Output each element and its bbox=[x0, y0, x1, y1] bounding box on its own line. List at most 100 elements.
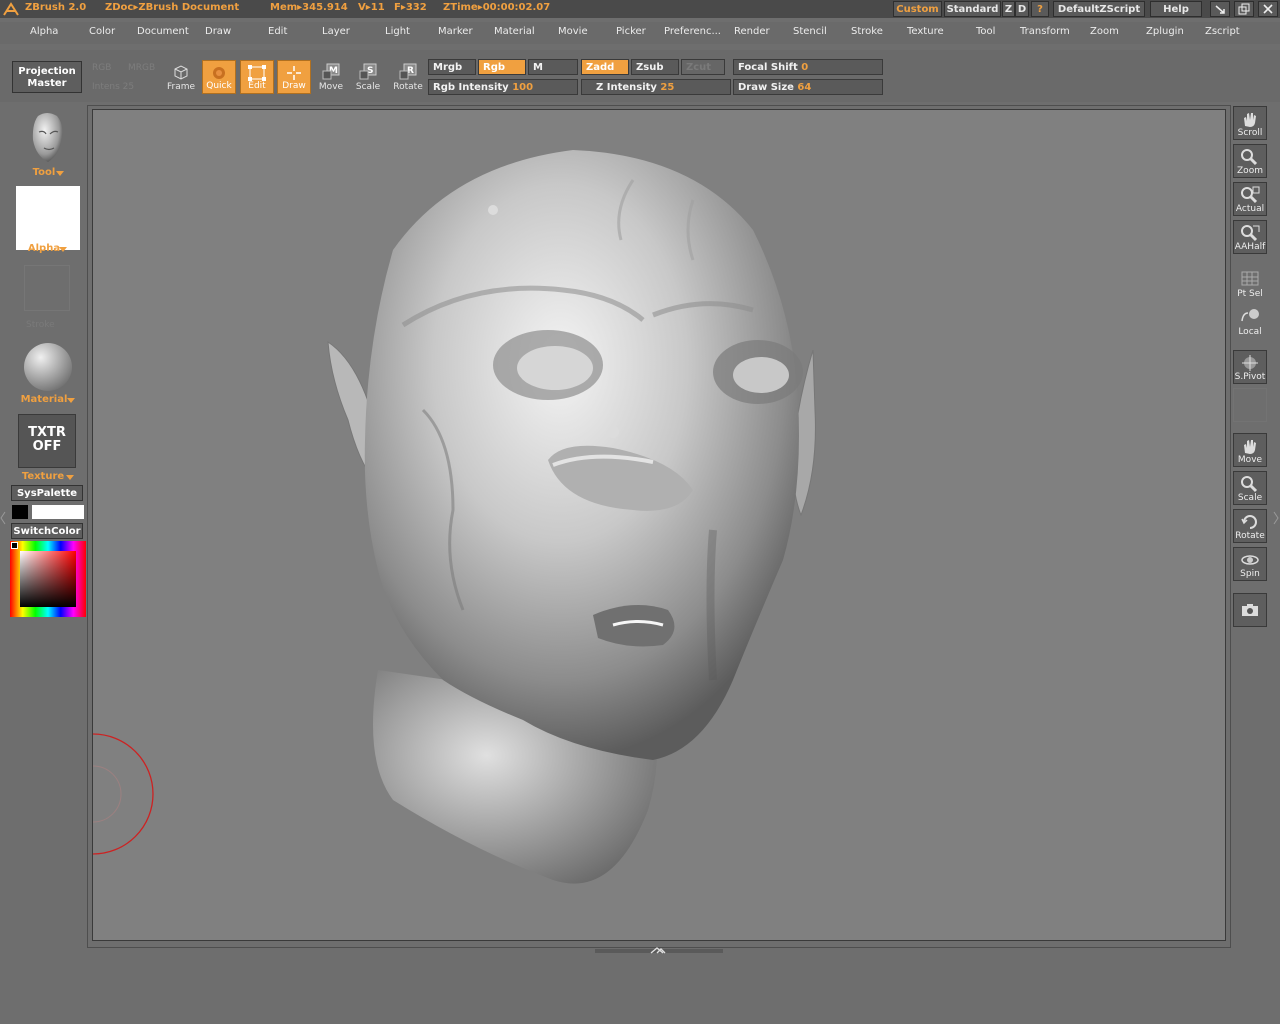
ptsel-button[interactable]: Pt Sel bbox=[1233, 266, 1267, 300]
secondary-color-swatch[interactable] bbox=[12, 505, 28, 519]
tool-dropdown-icon bbox=[56, 171, 64, 176]
pivot-icon bbox=[1242, 355, 1258, 371]
intensity-ghost-label: Intens 25 bbox=[92, 82, 135, 92]
z-button[interactable]: Z bbox=[1002, 1, 1015, 17]
material-sphere[interactable] bbox=[24, 343, 72, 391]
texture-badge-line2: OFF bbox=[32, 439, 62, 454]
menu-zplugin[interactable]: Zplugin bbox=[1146, 26, 1184, 37]
draw-button[interactable]: Draw bbox=[277, 60, 311, 94]
move-icon: M bbox=[322, 63, 340, 80]
spivot-button[interactable]: S.Pivot bbox=[1233, 350, 1267, 384]
cube-icon bbox=[174, 65, 188, 80]
menu-stencil[interactable]: Stencil bbox=[793, 26, 827, 37]
menu-color[interactable]: Color bbox=[89, 26, 115, 37]
color-picker-saturation-field[interactable] bbox=[20, 551, 76, 607]
question-button[interactable]: ? bbox=[1031, 1, 1049, 17]
menu-stroke[interactable]: Stroke bbox=[851, 26, 883, 37]
canvas-resize-handle-icon[interactable] bbox=[595, 947, 723, 955]
local-button[interactable]: Local bbox=[1233, 304, 1267, 338]
edit-button[interactable]: Edit bbox=[240, 60, 274, 94]
rotate-view-button[interactable]: Rotate bbox=[1233, 509, 1267, 543]
frame-label: Frame bbox=[166, 82, 196, 92]
document-canvas[interactable] bbox=[92, 109, 1226, 941]
menu-light[interactable]: Light bbox=[385, 26, 410, 37]
menu-picker[interactable]: Picker bbox=[616, 26, 646, 37]
right-panel-collapse-icon[interactable] bbox=[1273, 510, 1279, 526]
zsub-toggle[interactable]: Zsub bbox=[631, 59, 679, 75]
projection-master-button[interactable]: Projection Master bbox=[12, 61, 82, 93]
snapshot-button[interactable] bbox=[1233, 593, 1267, 627]
menu-material[interactable]: Material bbox=[494, 26, 535, 37]
z-intensity-slider[interactable]: Z Intensity 25 bbox=[581, 79, 731, 95]
menu-draw[interactable]: Draw bbox=[205, 26, 231, 37]
spin-button[interactable]: Spin bbox=[1233, 547, 1267, 581]
mrgb-toggle[interactable]: Mrgb bbox=[428, 59, 476, 75]
standard-button[interactable]: Standard bbox=[944, 1, 1001, 17]
minimize-button[interactable] bbox=[1210, 1, 1230, 17]
focal-shift-label: Focal Shift bbox=[738, 62, 798, 73]
syspalette-button[interactable]: SysPalette bbox=[11, 485, 83, 501]
frame-button[interactable]: Frame bbox=[164, 60, 198, 94]
menu-movie[interactable]: Movie bbox=[558, 26, 588, 37]
menu-alpha[interactable]: Alpha bbox=[30, 26, 58, 37]
switchcolor-button[interactable]: SwitchColor bbox=[11, 523, 83, 539]
color-picker[interactable] bbox=[10, 541, 86, 617]
move-button[interactable]: M Move bbox=[314, 60, 348, 94]
brush-cursor bbox=[93, 733, 154, 855]
alpha-swatch[interactable] bbox=[16, 186, 80, 250]
menu-tool[interactable]: Tool bbox=[976, 26, 995, 37]
vertex-readout: V▸11 bbox=[358, 2, 385, 13]
restore-icon bbox=[1238, 3, 1250, 15]
menu-layer[interactable]: Layer bbox=[322, 26, 350, 37]
hand-icon bbox=[1244, 113, 1256, 127]
draw-size-slider[interactable]: Draw Size 64 bbox=[733, 79, 883, 95]
aahalf-label: AAHalf bbox=[1234, 242, 1266, 252]
rgb-intensity-slider[interactable]: Rgb Intensity 100 bbox=[428, 79, 578, 95]
move-view-button[interactable]: Move bbox=[1233, 433, 1267, 467]
zoom-button[interactable]: Zoom bbox=[1233, 144, 1267, 178]
actual-button[interactable]: Actual bbox=[1233, 182, 1267, 216]
material-label[interactable]: Material bbox=[18, 394, 70, 405]
tool-thumbnail[interactable] bbox=[24, 110, 70, 166]
restore-button[interactable] bbox=[1234, 1, 1254, 17]
camera-icon bbox=[1242, 604, 1258, 616]
menu-render[interactable]: Render bbox=[734, 26, 770, 37]
scale-view-button[interactable]: Scale bbox=[1233, 471, 1267, 505]
move-view-label: Move bbox=[1237, 455, 1263, 465]
aahalf-button[interactable]: AAHalf bbox=[1233, 220, 1267, 254]
rgb-toggle[interactable]: Rgb bbox=[478, 59, 526, 75]
menu-texture[interactable]: Texture bbox=[907, 26, 944, 37]
menu-document[interactable]: Document bbox=[137, 26, 189, 37]
menu-marker[interactable]: Marker bbox=[438, 26, 473, 37]
rotate-button[interactable]: R Rotate bbox=[391, 60, 425, 94]
m-toggle[interactable]: M bbox=[528, 59, 578, 75]
help-button[interactable]: Help bbox=[1150, 1, 1202, 17]
focal-shift-slider[interactable]: Focal Shift 0 bbox=[733, 59, 883, 75]
face-readout: F▸332 bbox=[394, 2, 427, 13]
zcut-toggle[interactable]: Zcut bbox=[681, 59, 725, 75]
right-panel-empty-slot bbox=[1233, 388, 1267, 422]
custom-button[interactable]: Custom bbox=[893, 1, 942, 17]
draw-size-value: 64 bbox=[797, 82, 812, 93]
menu-transform[interactable]: Transform bbox=[1020, 26, 1070, 37]
close-button[interactable] bbox=[1258, 1, 1278, 17]
draw-size-label: Draw Size bbox=[738, 82, 794, 93]
menu-edit[interactable]: Edit bbox=[268, 26, 287, 37]
texture-label[interactable]: Texture bbox=[18, 471, 68, 482]
d-button[interactable]: D bbox=[1015, 1, 1029, 17]
menu-zoom[interactable]: Zoom bbox=[1090, 26, 1119, 37]
default-zscript-button[interactable]: DefaultZScript bbox=[1053, 1, 1145, 17]
sculpted-head-model[interactable] bbox=[93, 110, 1225, 940]
zadd-toggle[interactable]: Zadd bbox=[581, 59, 629, 75]
main-color-swatch[interactable] bbox=[32, 505, 84, 519]
document-title: ZDoc▸ZBrush Document bbox=[105, 2, 240, 13]
menu-zscript[interactable]: Zscript bbox=[1205, 26, 1240, 37]
menu-preferences[interactable]: Preferenc... bbox=[664, 26, 721, 37]
left-panel-collapse-icon[interactable] bbox=[0, 510, 6, 526]
projection-master-line2: Master bbox=[27, 78, 67, 89]
scroll-button[interactable]: Scroll bbox=[1233, 106, 1267, 140]
scale-button[interactable]: S Scale bbox=[351, 60, 385, 94]
actual-label: Actual bbox=[1235, 204, 1265, 214]
quick-button[interactable]: Quick bbox=[202, 60, 236, 94]
texture-off-badge[interactable]: TXTR OFF bbox=[18, 414, 76, 468]
